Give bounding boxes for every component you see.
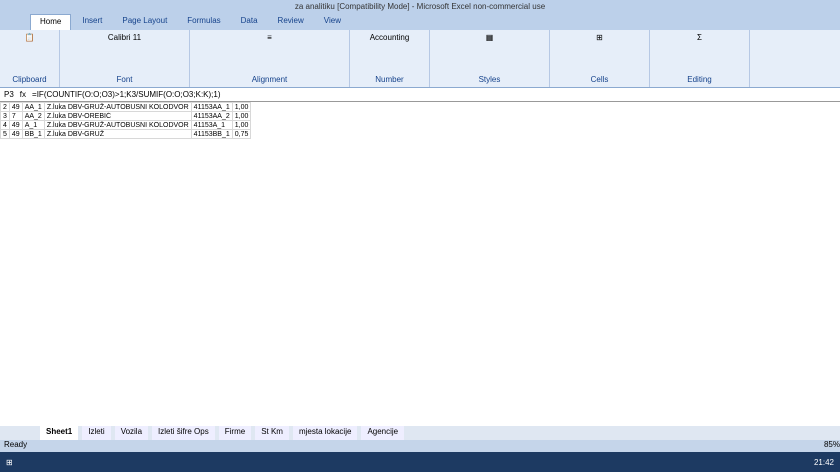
table-row: 2 49 AA_1 Z.luka DBV-GRUŽ-AUTOBUSNI KOLODVO… [0, 102, 252, 112]
sheet-tab[interactable]: Sheet1 [40, 426, 79, 440]
sheet-grid[interactable]: 2 49 AA_1 Z.luka DBV-GRUŽ-AUTOBUSNI KOLODVO… [0, 102, 840, 426]
group-label: Styles [478, 75, 501, 84]
cell[interactable]: 1,00 [231, 111, 252, 121]
ribbon-tabs: Home Insert Page Layout Formulas Data Re… [0, 14, 840, 30]
sheet-tab[interactable]: St Km [255, 426, 289, 440]
cell[interactable]: Z.luka DBV-GRUŽ [43, 129, 192, 139]
sheet-tab[interactable]: Vozila [114, 426, 149, 440]
cell[interactable]: Z.luka DBV-GRUŽ-AUTOBUSNI KOLODVOR [43, 102, 192, 112]
cell[interactable]: 41153A_1 [190, 120, 233, 130]
formula-bar: P3 fx =IF(COUNTIF(O:O;O3)>1;K3/SUMIF(O:O;O… [0, 88, 840, 102]
zoom-level[interactable]: 85% [824, 440, 840, 452]
font-size-select[interactable]: 11 [133, 33, 141, 42]
table-row: 5 49 BB_1 Z.luka DBV-GRUŽ 41153BB_1 0,75 [0, 129, 252, 139]
formula-input[interactable]: =IF(COUNTIF(O:O;O3)>1;K3/SUMIF(O:O;O3;K:… [32, 90, 220, 99]
group-label: Font [116, 75, 133, 84]
font-group: Calibri 11 Font [60, 30, 190, 87]
tab-page-layout[interactable]: Page Layout [113, 14, 176, 30]
autosum-button[interactable]: Σ [697, 33, 702, 42]
window-title: za analitiku [Compatibility Mode] - Micr… [0, 0, 840, 14]
group-label: Cells [590, 75, 609, 84]
tab-review[interactable]: Review [269, 14, 313, 30]
group-label: Clipboard [12, 75, 47, 84]
font-select[interactable]: Calibri [108, 33, 131, 42]
cell[interactable]: 49 [8, 120, 23, 130]
group-label: Number [375, 75, 404, 84]
taskbar: ⊞ 21:42 [0, 452, 840, 472]
cell[interactable]: 41153AA_2 [190, 111, 233, 121]
sheet-tab[interactable]: Agencije [361, 426, 405, 440]
tab-formulas[interactable]: Formulas [178, 14, 229, 30]
number-format-select[interactable]: Accounting [370, 33, 410, 42]
table-row: 4 49 A_1 Z.luka DBV-GRUŽ-AUTOBUSNI KOLODVOR… [0, 120, 252, 130]
fx-icon: fx [19, 90, 27, 99]
cell[interactable]: 41153AA_1 [190, 102, 233, 112]
cell[interactable]: 7 [8, 111, 23, 121]
group-label: Editing [687, 75, 712, 84]
sheet-tab[interactable]: Firme [218, 426, 252, 440]
paste-button[interactable]: 📋 [25, 33, 35, 42]
cell[interactable]: BB_1 [21, 129, 45, 139]
cell[interactable]: AA_2 [21, 111, 45, 121]
tab-data[interactable]: Data [232, 14, 267, 30]
cell[interactable]: 49 [8, 129, 23, 139]
clock: 21:42 [813, 457, 834, 467]
styles-group: ▦ Styles [430, 30, 550, 87]
insert-cells-button[interactable]: ⊞ [596, 33, 603, 42]
number-group: Accounting Number [350, 30, 430, 87]
cell[interactable]: 2 [0, 102, 10, 112]
cell[interactable]: 49 [8, 102, 23, 112]
cell[interactable]: 1,00 [231, 102, 252, 112]
cell[interactable]: 0,75 [231, 129, 252, 139]
editing-group: Σ Editing [650, 30, 750, 87]
alignment-group: ≡ Alignment [190, 30, 350, 87]
cells-group: ⊞ Cells [550, 30, 650, 87]
sheet-tab[interactable]: Izleti šifre Ops [152, 426, 215, 440]
cell[interactable]: 41153BB_1 [190, 129, 233, 139]
ribbon: 📋 Clipboard Calibri 11 Font ≡ Alignment Acc… [0, 30, 840, 88]
start-icon[interactable]: ⊞ [6, 458, 13, 467]
wrap-text-button[interactable]: ≡ [267, 33, 272, 42]
tab-insert[interactable]: Insert [73, 14, 111, 30]
cell[interactable]: 1,00 [231, 120, 252, 130]
status-bar: Ready 85% [0, 440, 840, 452]
cell[interactable]: 5 [0, 129, 10, 139]
sheet-tab[interactable]: mjesta lokacije [292, 426, 358, 440]
conditional-format-button[interactable]: ▦ [486, 33, 494, 42]
name-box[interactable]: P3 [4, 90, 14, 99]
cell[interactable]: AA_1 [21, 102, 45, 112]
cell[interactable]: A_1 [21, 120, 45, 130]
sheet-tabs: Sheet1 Izleti Vozila Izleti šifre Ops Fi… [0, 426, 840, 440]
cell[interactable]: 3 [0, 111, 10, 121]
sheet-tab[interactable]: Izleti [82, 426, 111, 440]
cell[interactable]: 4 [0, 120, 10, 130]
clipboard-group: 📋 Clipboard [0, 30, 60, 87]
tab-view[interactable]: View [315, 14, 350, 30]
cell[interactable]: Z.luka DBV-GRUŽ-AUTOBUSNI KOLODVOR [43, 120, 192, 130]
table-row: 3 7 AA_2 Z.luka DBV-OREBIĆ 41153AA_2 1,00 [0, 111, 252, 121]
group-label: Alignment [251, 75, 288, 84]
cell[interactable]: Z.luka DBV-OREBIĆ [43, 111, 192, 121]
tab-home[interactable]: Home [30, 14, 72, 30]
status-text: Ready [4, 440, 28, 449]
